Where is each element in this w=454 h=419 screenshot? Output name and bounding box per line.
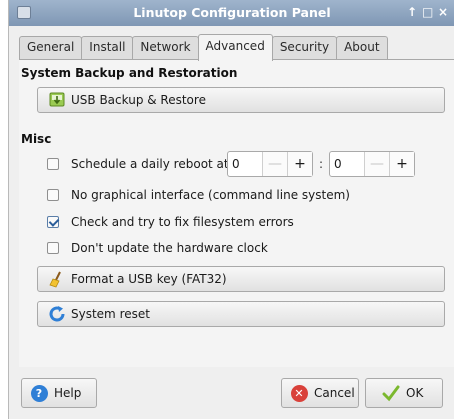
format-usb-button[interactable]: Format a USB key (FAT32) [37,266,445,292]
fsck-checkbox[interactable] [47,216,59,228]
system-reset-label: System reset [71,307,150,321]
pin-icon[interactable]: ↑ [407,5,417,19]
window-title: Linutop Configuration Panel [133,5,331,20]
cancel-label: Cancel [314,386,355,400]
close-icon[interactable]: × [438,5,448,19]
checkmark-icon [382,384,400,402]
tab-network[interactable]: Network [132,36,199,60]
help-label: Help [54,386,82,400]
cancel-icon: ✕ [290,384,308,402]
refresh-icon [48,305,66,323]
usb-backup-button[interactable]: USB Backup & Restore [37,87,445,113]
broom-icon [48,270,66,288]
ok-button[interactable]: OK [365,378,443,408]
usb-drive-icon [48,91,66,109]
help-button[interactable]: ? Help [21,378,97,408]
tab-bar: General Install Network Advanced Securit… [19,34,388,61]
usb-backup-label: USB Backup & Restore [71,93,206,107]
daily-reboot-checkbox[interactable] [47,158,59,170]
reboot-hour-value[interactable]: 0 [228,152,262,176]
backup-section-title: System Backup and Restoration [21,66,238,80]
ok-label: OK [406,386,424,400]
tab-about[interactable]: About [336,36,388,60]
misc-section-title: Misc [21,132,52,146]
maximize-icon[interactable]: □ [422,5,433,19]
tab-advanced[interactable]: Advanced [197,34,273,61]
title-bar[interactable]: Linutop Configuration Panel ↑ □ × [9,0,454,26]
cancel-button[interactable]: ✕ Cancel [281,378,359,408]
reboot-minute-stepper[interactable]: 0 — + [329,151,415,177]
minute-decrement-button[interactable]: — [364,152,389,176]
no-gui-row: No graphical interface (command line sys… [47,186,350,204]
help-icon: ? [30,384,48,402]
no-gui-label: No graphical interface (command line sys… [71,188,350,202]
config-window: Linutop Configuration Panel ↑ □ × Genera… [8,0,454,419]
tab-general[interactable]: General [19,36,83,60]
daily-reboot-label: Schedule a daily reboot at [71,157,229,171]
hwclock-row: Don't update the hardware clock [47,239,268,257]
tab-security[interactable]: Security [271,36,338,60]
daily-reboot-row: Schedule a daily reboot at [47,155,229,173]
time-separator: : [319,157,324,171]
reboot-hour-stepper[interactable]: 0 — + [227,151,313,177]
fsck-row: Check and try to fix filesystem errors [47,213,294,231]
fsck-label: Check and try to fix filesystem errors [71,215,294,229]
hour-decrement-button[interactable]: — [262,152,287,176]
reboot-minute-value[interactable]: 0 [330,152,364,176]
hwclock-label: Don't update the hardware clock [71,241,268,255]
hwclock-checkbox[interactable] [47,242,59,254]
no-gui-checkbox[interactable] [47,189,59,201]
minute-increment-button[interactable]: + [389,152,414,176]
tab-install[interactable]: Install [81,36,134,60]
hour-increment-button[interactable]: + [287,152,312,176]
format-usb-label: Format a USB key (FAT32) [71,272,227,286]
system-reset-button[interactable]: System reset [37,301,445,327]
